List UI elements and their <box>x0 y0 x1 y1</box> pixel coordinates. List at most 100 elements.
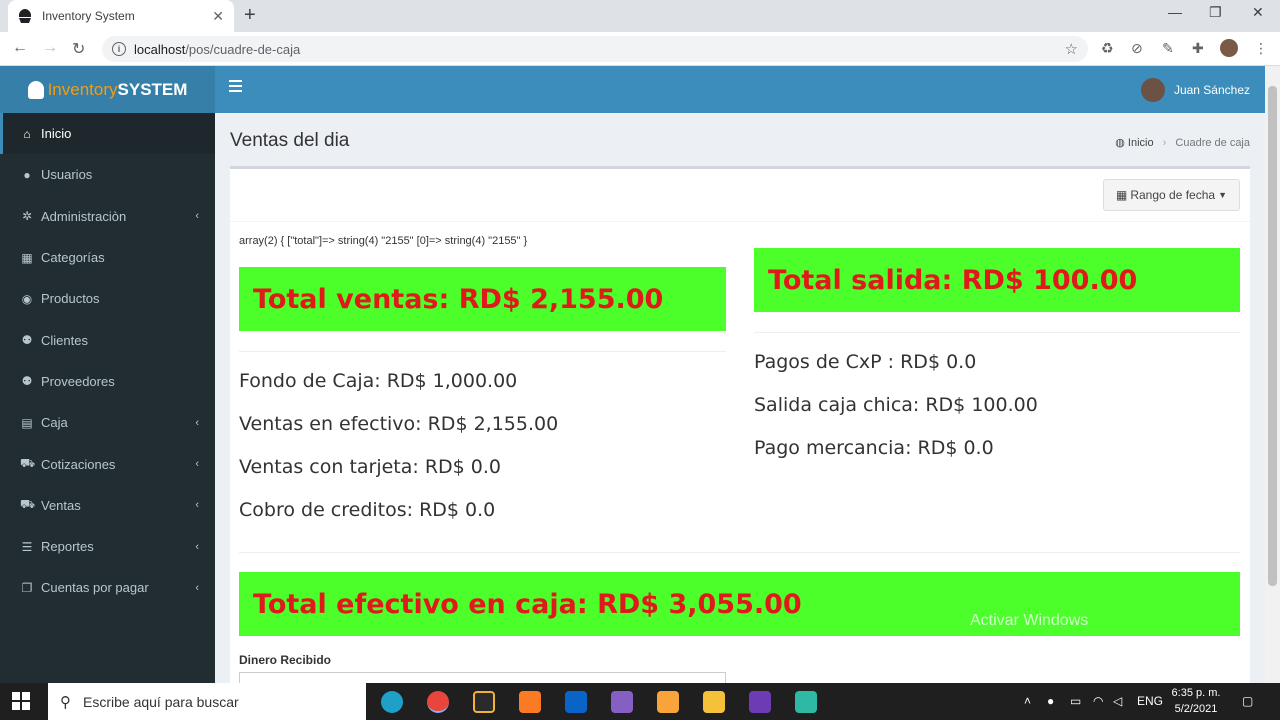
sidebar-item-reportes[interactable]: ☰ Reportes ‹ <box>0 526 215 567</box>
url-path: /pos/cuadre-de-caja <box>185 41 301 57</box>
edge-icon[interactable] <box>381 691 403 713</box>
cobro-de-creditos: Cobro de creditos: RD$ 0.0 <box>239 499 496 521</box>
sidebar-item-label: Usuarios <box>41 167 93 183</box>
new-tab-icon[interactable]: + <box>244 4 256 27</box>
chevron-left-icon: ‹ <box>195 540 199 553</box>
windows-taskbar: ⚲ Escribe aquí para buscar ˄ ● ▭ ◠ ◁ ENG… <box>0 683 1280 720</box>
maximize-icon[interactable]: ❐ <box>1209 4 1222 21</box>
profile-avatar[interactable] <box>1220 39 1238 57</box>
cash-register-icon: ▤ <box>21 415 33 430</box>
wifi-icon[interactable]: ◠ <box>1093 694 1103 708</box>
breadcrumb-home[interactable]: Inicio <box>1128 137 1154 149</box>
visual-studio-2-icon[interactable] <box>749 691 771 713</box>
users-icon: ⚉ <box>21 333 33 348</box>
url-host: localhost <box>134 41 186 57</box>
taskbar-search[interactable]: ⚲ Escribe aquí para buscar <box>48 683 366 720</box>
total-ventas-banner: Total ventas: RD$ 2,155.00 <box>239 267 726 331</box>
minimize-icon[interactable]: — <box>1168 4 1182 20</box>
sidebar-item-productos[interactable]: ◉ Productos <box>0 278 215 319</box>
grid-icon: ▦ <box>21 250 33 265</box>
sidebar-item-label: Proveedores <box>41 373 115 389</box>
sidebar-item-clientes[interactable]: ⚉ Clientes <box>0 319 215 360</box>
total-efectivo-banner: Total efectivo en caja: RD$ 3,055.00 <box>239 572 1240 636</box>
sidebar-item-label: Administraciòn <box>41 208 127 224</box>
address-bar[interactable]: i localhost/pos/cuadre-de-caja ☆ <box>102 36 1088 62</box>
chevron-left-icon: ‹ <box>195 581 199 594</box>
extension-pen-icon[interactable]: ✎ <box>1162 40 1174 57</box>
sidebar-item-label: Cotizaciones <box>41 456 116 472</box>
debug-output: array(2) { ["total"]=> string(4) "2155" … <box>239 235 528 247</box>
sidebar-item-cuentas-por-pagar[interactable]: ❐ Cuentas por pagar ‹ <box>0 567 215 608</box>
extensions-puzzle-icon[interactable]: ✚ <box>1192 40 1204 57</box>
close-tab-icon[interactable]: ✕ <box>212 8 224 25</box>
windows-start-icon[interactable] <box>12 692 30 710</box>
clock-time: 6:35 p. m. <box>1171 687 1221 699</box>
visual-studio-icon[interactable] <box>611 691 633 713</box>
sidebar-item-proveedores[interactable]: ⚉ Proveedores <box>0 361 215 402</box>
back-icon[interactable]: ← <box>12 39 28 57</box>
sidebar-item-ventas[interactable]: ⛟ Ventas ‹ <box>0 485 215 526</box>
ventas-en-efectivo: Ventas en efectivo: RD$ 2,155.00 <box>239 413 559 435</box>
sidebar-item-label: Caja <box>41 415 68 431</box>
file-explorer-icon[interactable] <box>703 691 725 713</box>
chevron-left-icon: ‹ <box>195 458 199 471</box>
taskbar-clock[interactable]: 6:35 p. m. 5/2/2021 <box>1166 685 1226 717</box>
chrome-icon[interactable] <box>427 691 449 713</box>
page-scrollbar[interactable] <box>1265 66 1280 683</box>
sidebar-toggle-icon[interactable] <box>229 80 242 95</box>
sidebar-item-administracion[interactable]: ✲ Administraciòn ‹ <box>0 196 215 237</box>
sidebar-item-caja[interactable]: ▤ Caja ‹ <box>0 402 215 443</box>
snipping-tool-icon[interactable] <box>473 691 495 713</box>
search-placeholder: Escribe aquí para buscar <box>83 693 239 710</box>
user-menu[interactable]: Juan Sánchez <box>1140 78 1250 102</box>
sidebar-item-label: Ventas <box>41 497 81 513</box>
browser-tab[interactable]: Inventory System ✕ <box>8 0 234 32</box>
pago-mercancia: Pago mercancia: RD$ 0.0 <box>754 437 994 459</box>
user-name: Juan Sánchez <box>1173 83 1250 97</box>
sidebar-item-inicio[interactable]: ⌂ Inicio <box>0 113 215 155</box>
close-window-icon[interactable]: ✕ <box>1252 4 1264 21</box>
sidebar-item-label: Clientes <box>41 332 88 348</box>
dinero-recibido-label: Dinero Recibido <box>239 653 332 667</box>
content-box: ▦ Rango de fecha ▼ array(2) { ["total"]=… <box>230 166 1250 683</box>
sidebar-item-categorias[interactable]: ▦ Categorías <box>0 237 215 278</box>
site-info-icon[interactable]: i <box>112 42 126 56</box>
app-logo[interactable]: Inventory SYSTEM <box>0 66 215 113</box>
bookmark-star-icon[interactable]: ☆ <box>1065 40 1078 58</box>
calendar-icon: ▦ <box>1116 188 1128 202</box>
sidebar-item-label: Productos <box>41 291 100 307</box>
sidebar-item-label: Categorías <box>41 250 105 266</box>
avatar <box>1140 78 1165 102</box>
dinero-recibido-input[interactable] <box>239 672 726 683</box>
forward-icon[interactable]: → <box>42 39 58 57</box>
xampp-icon[interactable] <box>519 691 541 713</box>
cart-icon: ⛟ <box>20 497 36 512</box>
sublime-text-icon[interactable] <box>657 691 679 713</box>
language-indicator[interactable]: ENG <box>1137 694 1163 708</box>
sidebar-item-label: Inicio <box>41 126 72 142</box>
volume-icon[interactable]: ◁ <box>1113 694 1122 708</box>
microphone-icon[interactable]: ● <box>1047 694 1054 708</box>
outlook-icon[interactable] <box>565 691 587 713</box>
extension-sync-icon[interactable]: ⊘ <box>1131 40 1143 57</box>
clock-date: 5/2/2021 <box>1174 703 1218 715</box>
date-range-button[interactable]: ▦ Rango de fecha ▼ <box>1103 179 1240 211</box>
notifications-icon[interactable]: ▢ <box>1242 694 1253 708</box>
pagos-de-cxp: Pagos de CxP : RD$ 0.0 <box>754 351 977 373</box>
home-icon: ⌂ <box>23 126 31 141</box>
sidebar: Inventory SYSTEM ⌂ Inicio ● Usuarios ✲ A… <box>0 66 215 683</box>
gear-icon: ✲ <box>21 209 33 224</box>
reload-icon[interactable]: ↻ <box>72 39 85 59</box>
sidebar-item-cotizaciones[interactable]: ⛟ Cotizaciones ‹ <box>0 443 215 484</box>
total-salida-banner: Total salida: RD$ 100.00 <box>754 248 1240 312</box>
product-icon: ◉ <box>21 291 33 306</box>
logo-icon <box>27 80 44 99</box>
battery-icon[interactable]: ▭ <box>1070 694 1081 708</box>
browser-menu-icon[interactable]: ⋮ <box>1254 40 1268 57</box>
tray-chevron-up-icon[interactable]: ˄ <box>1024 694 1031 708</box>
sidebar-item-usuarios[interactable]: ● Usuarios <box>0 154 215 195</box>
app-icon[interactable] <box>795 691 817 713</box>
logo-text-system: SYSTEM <box>117 79 188 99</box>
caret-down-icon: ▼ <box>1218 190 1227 200</box>
extension-recycle-icon[interactable]: ♻ <box>1101 40 1114 57</box>
